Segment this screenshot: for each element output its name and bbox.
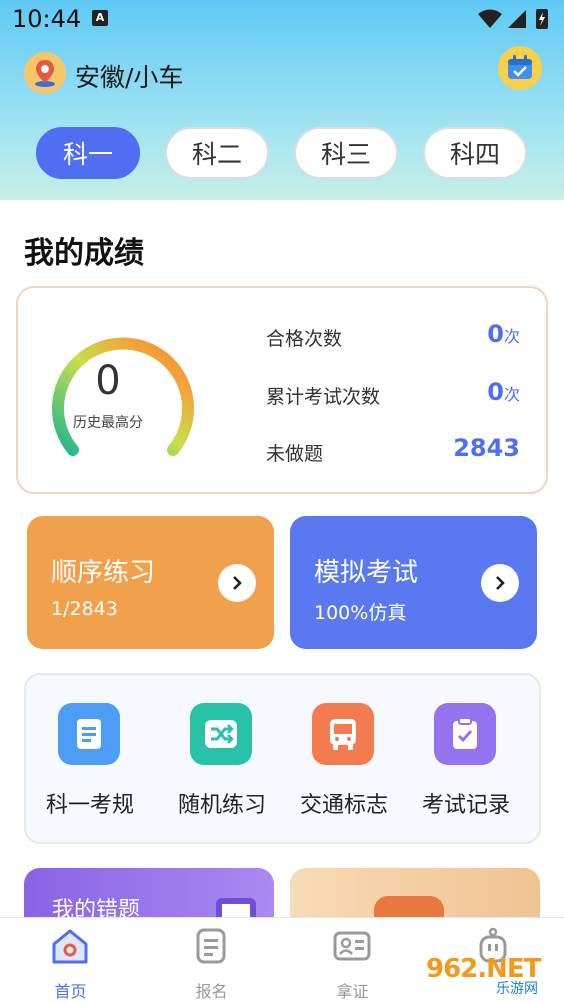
- tool-random-practice[interactable]: 随机练习: [162, 703, 282, 823]
- pass-count-unit: 次: [503, 327, 520, 346]
- form-icon: [196, 928, 226, 964]
- shuffle-icon: [190, 703, 252, 765]
- tool-traffic-signs[interactable]: 交通标志: [284, 703, 404, 823]
- exam-count-label: 累计考试次数: [266, 386, 381, 408]
- tab-subject-2[interactable]: 科二: [165, 127, 269, 179]
- calendar-check-icon: [508, 55, 532, 79]
- chevron-right-icon: [481, 564, 519, 602]
- mock-exam-subtitle: 100%仿真: [314, 602, 407, 624]
- tool-exam-records[interactable]: 考试记录: [406, 703, 526, 823]
- tool-label: 科一考规: [45, 793, 134, 818]
- exam-count-number: 0: [487, 378, 504, 406]
- notification-a-icon: A: [92, 10, 108, 26]
- best-score-label: 历史最高分: [73, 415, 143, 431]
- home-icon: [52, 929, 88, 964]
- nav-label: 报名: [195, 982, 228, 1001]
- best-score-value: 0: [95, 358, 121, 404]
- site-watermark: 962.NET 乐游网: [426, 954, 558, 998]
- wifi-icon: [478, 9, 502, 28]
- nav-home[interactable]: 首页: [0, 918, 141, 1004]
- exam-count-value: 0次: [487, 378, 520, 406]
- sequential-practice-progress: 1/2843: [51, 598, 118, 620]
- nav-label: 拿证: [336, 982, 369, 1001]
- pass-count-label: 合格次数: [266, 328, 343, 350]
- location-selector[interactable]: 安徽/小车: [75, 58, 183, 94]
- watermark-subtitle: 乐游网: [496, 981, 538, 997]
- status-time: 10:44: [12, 5, 82, 33]
- tab-subject-1[interactable]: 科一: [36, 127, 140, 179]
- score-card: 0 历史最高分 合格次数 0次 累计考试次数 0次 未做题 2843: [16, 286, 548, 494]
- status-icons: [478, 9, 548, 29]
- nav-register[interactable]: 报名: [141, 918, 282, 1004]
- undone-value: 2843: [453, 434, 520, 462]
- mock-exam-title: 模拟考试: [314, 558, 419, 588]
- document-icon: [58, 703, 120, 765]
- nav-license[interactable]: 拿证: [282, 918, 423, 1004]
- undone-label: 未做题: [266, 443, 324, 465]
- exam-count-unit: 次: [503, 385, 520, 404]
- id-card-icon: [333, 931, 371, 961]
- tab-subject-4[interactable]: 科四: [423, 127, 527, 179]
- signal-icon: [508, 10, 526, 28]
- chevron-right-icon: [218, 564, 256, 602]
- tool-label: 考试记录: [421, 793, 510, 818]
- tab-subject-3[interactable]: 科三: [294, 127, 398, 179]
- pass-count-number: 0: [487, 320, 504, 348]
- tool-label: 随机练习: [177, 793, 266, 818]
- clipboard-check-icon: [434, 703, 496, 765]
- tool-label: 交通标志: [299, 793, 388, 818]
- tools-panel: 科一考规 随机练习 交通标志 考试记录: [24, 673, 541, 844]
- status-bar: 10:44 A: [0, 0, 564, 40]
- mock-exam-button[interactable]: 模拟考试 100%仿真: [290, 516, 537, 649]
- nav-label: 首页: [54, 982, 87, 1001]
- bus-icon: [312, 703, 374, 765]
- tool-exam-rules[interactable]: 科一考规: [30, 703, 150, 823]
- pass-count-value: 0次: [487, 320, 520, 348]
- location-avatar[interactable]: [24, 52, 66, 94]
- map-pin-icon: [35, 60, 55, 87]
- sequential-practice-title: 顺序练习: [51, 558, 156, 588]
- section-title: 我的成绩: [24, 236, 144, 271]
- calendar-button[interactable]: [498, 46, 542, 90]
- sequential-practice-button[interactable]: 顺序练习 1/2843: [27, 516, 274, 649]
